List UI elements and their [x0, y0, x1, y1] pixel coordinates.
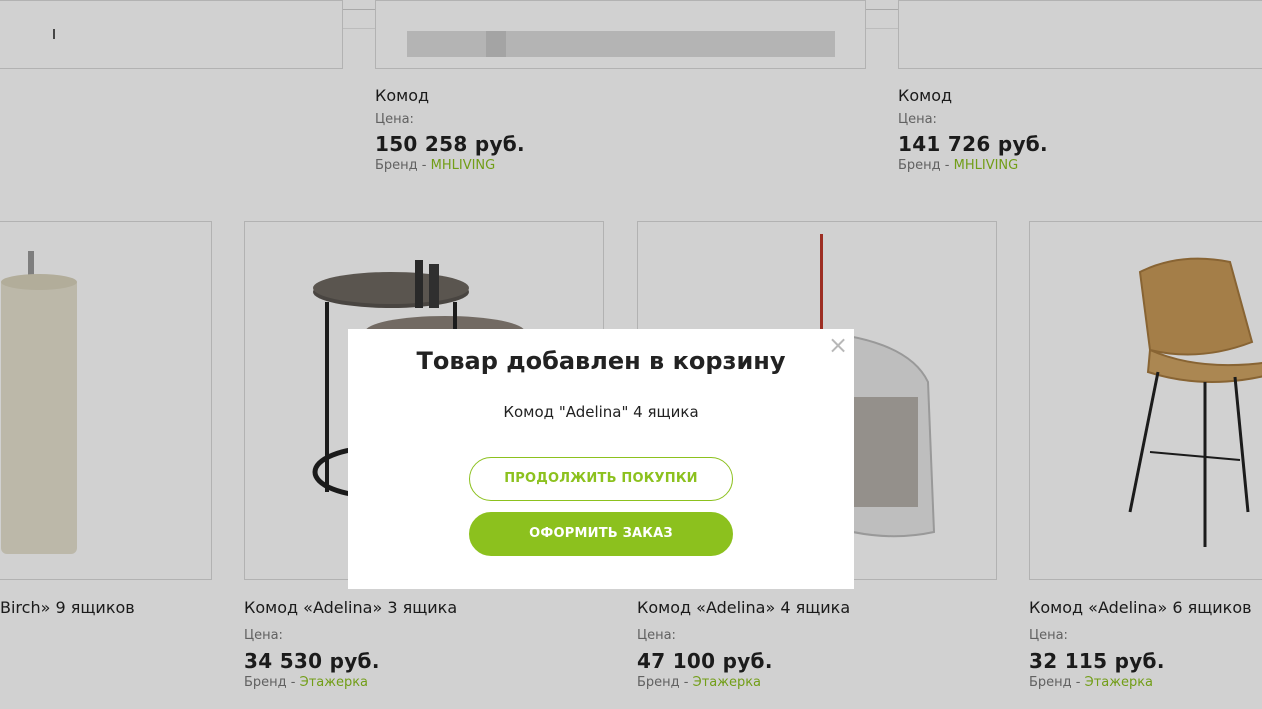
added-to-cart-modal: × Товар добавлен в корзину Комод "Adelin…: [348, 329, 854, 589]
modal-title: Товар добавлен в корзину: [416, 347, 786, 375]
modal-product-name: Комод "Adelina" 4 ящика: [503, 403, 699, 421]
continue-shopping-button[interactable]: ПРОДОЛЖИТЬ ПОКУПКИ: [469, 457, 733, 501]
checkout-button[interactable]: ОФОРМИТЬ ЗАКАЗ: [469, 512, 733, 556]
